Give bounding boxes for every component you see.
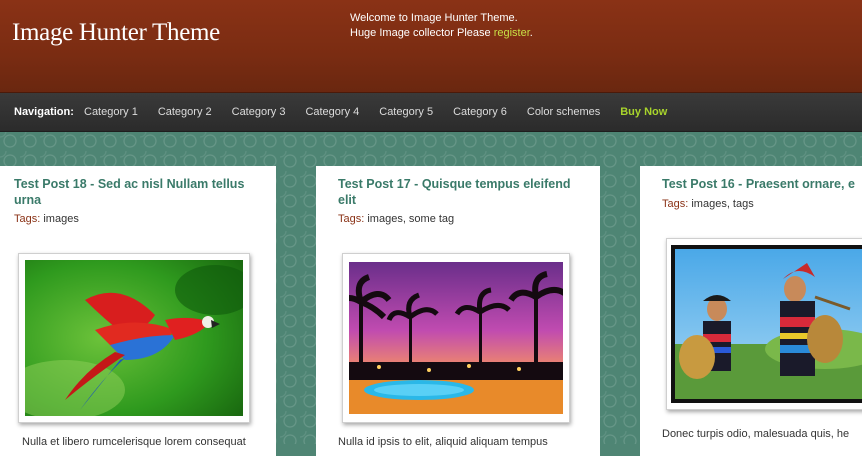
post-tags: Tags: images [14, 213, 79, 225]
welcome-line: Welcome to Image Hunter Theme. [350, 12, 518, 24]
post-title[interactable]: Test Post 16 - Praesent ornare, e [662, 176, 862, 192]
main-navigation: Navigation: Category 1 Category 2 Catego… [0, 93, 862, 132]
welcome-register-line: Huge Image collector Please register. [350, 26, 533, 41]
post-card: Test Post 16 - Praesent ornare, e Tags: … [640, 166, 862, 456]
tags-label: Tags: [14, 213, 41, 225]
villagers-photo [671, 245, 862, 403]
post-image-frame[interactable] [342, 253, 570, 423]
nav-item-category-6[interactable]: Category 6 [453, 106, 507, 118]
nav-items: Category 1 Category 2 Category 3 Categor… [84, 106, 687, 118]
post-title[interactable]: Test Post 17 - Quisque tempus eleifend e… [338, 176, 588, 208]
site-header: Image Hunter Theme Welcome to Image Hunt… [0, 0, 862, 93]
welcome-suffix: . [529, 27, 533, 39]
nav-item-category-3[interactable]: Category 3 [232, 106, 286, 118]
post-excerpt: Donec turpis odio, malesuada quis, he [662, 428, 850, 440]
villagers-image [675, 249, 862, 399]
tags-label: Tags: [662, 198, 689, 210]
nav-item-category-2[interactable]: Category 2 [158, 106, 212, 118]
navigation-label: Navigation: [14, 106, 74, 118]
nav-item-category-5[interactable]: Category 5 [379, 106, 433, 118]
register-link[interactable]: register [494, 27, 530, 39]
post-excerpt: Nulla et libero rumcelerisque lorem cons… [22, 436, 246, 448]
welcome-message: Welcome to Image Hunter Theme. Huge Imag… [350, 11, 533, 41]
post-image-frame[interactable] [666, 238, 862, 410]
site-title[interactable]: Image Hunter Theme [12, 19, 220, 47]
buy-now-link[interactable]: Buy Now [620, 106, 667, 118]
tropical-resort-photo [349, 262, 563, 414]
tags-links[interactable]: images [40, 213, 78, 225]
tags-label: Tags: [338, 213, 365, 225]
parrot-photo [25, 260, 243, 416]
post-tags: Tags: images, some tag [338, 213, 454, 225]
post-excerpt: Nulla id ipsis to elit, aliquid aliquam … [338, 436, 548, 448]
post-card: Test Post 17 - Quisque tempus eleifend e… [316, 166, 600, 456]
post-image-frame[interactable] [18, 253, 250, 423]
post-tags: Tags: images, tags [662, 198, 754, 210]
resort-image [349, 262, 563, 414]
post-card: Test Post 18 - Sed ac nisl Nullam tellus… [0, 166, 276, 456]
tags-links[interactable]: images, tags [688, 198, 753, 210]
post-title[interactable]: Test Post 18 - Sed ac nisl Nullam tellus… [14, 176, 264, 208]
nav-item-category-1[interactable]: Category 1 [84, 106, 138, 118]
nav-item-category-4[interactable]: Category 4 [305, 106, 359, 118]
tags-links[interactable]: images, some tag [364, 213, 454, 225]
nav-item-color-schemes[interactable]: Color schemes [527, 106, 600, 118]
welcome-text: Huge Image collector Please [350, 27, 494, 39]
parrot-image [25, 260, 243, 416]
